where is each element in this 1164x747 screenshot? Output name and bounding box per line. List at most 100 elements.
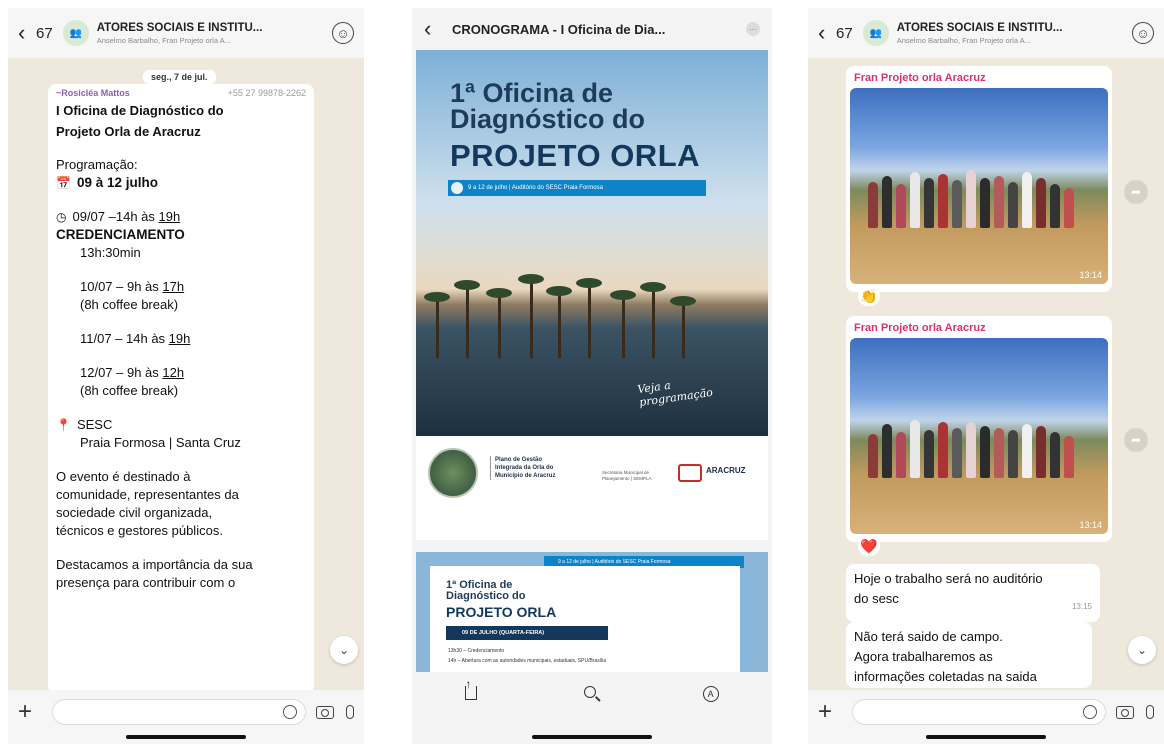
image-time: 13:14 (1079, 270, 1102, 280)
crowd-image (868, 168, 1078, 228)
crowd-image (868, 418, 1078, 478)
day4-time: 12/07 – 9h às (80, 365, 163, 380)
message-line: do sesc (854, 591, 899, 606)
group-avatar[interactable]: 👥 (862, 20, 889, 46)
home-indicator (532, 735, 652, 739)
markup-icon[interactable]: A (702, 686, 719, 702)
group-info[interactable]: ATORES SOCIAIS E INSTITU... Anselmo Barb… (97, 22, 332, 45)
day4-end[interactable]: 12h (162, 365, 184, 380)
page2-title: 1ª Oficina de Diagnóstico do (446, 579, 526, 602)
message-line: informações coletadas na saida (854, 669, 1037, 684)
attach-button[interactable]: + (818, 698, 842, 726)
add-person-icon[interactable]: ☺ (332, 22, 354, 44)
paragraph-line: Destacamos a importância da sua (56, 557, 253, 572)
aracruz-logo (678, 464, 702, 482)
image-time: 13:14 (1079, 520, 1102, 530)
home-indicator (926, 735, 1046, 739)
paragraph-line: O evento é destinado à (56, 469, 191, 484)
paragraph-line: presença para contribuir com o (56, 575, 236, 590)
more-icon[interactable]: ··· (746, 22, 760, 36)
image-message[interactable]: Fran Projeto orla Aracruz 13:14 (846, 316, 1112, 542)
day3-end[interactable]: 19h (169, 331, 191, 346)
group-title: ATORES SOCIAIS E INSTITU... (896, 21, 1063, 34)
poster-date-bar: 9 a 12 de julho | Auditório do SESC Prai… (448, 180, 706, 196)
unread-count[interactable]: 67 (36, 25, 53, 42)
paragraph-line: técnicos e gestores públicos. (56, 523, 223, 538)
back-icon[interactable]: ‹ (818, 20, 832, 46)
search-icon[interactable] (583, 686, 596, 698)
group-title: ATORES SOCIAIS E INSTITU... (96, 21, 263, 34)
home-indicator (126, 735, 246, 739)
clap-reaction-icon[interactable]: 👏 (858, 286, 880, 306)
back-icon[interactable]: ‹ (18, 20, 32, 46)
message-input[interactable] (852, 699, 1106, 725)
back-icon[interactable]: ‹ (424, 16, 438, 42)
page2-notes: 13h30 – Credenciamento 14h – Abertura co… (448, 648, 607, 664)
group-avatar[interactable]: 👥 (62, 20, 89, 46)
message-bubble[interactable]: ~Rosicléa Mattos +55 27 99878-2262 I Ofi… (48, 84, 314, 694)
cred-time: 13h:30min (80, 245, 141, 260)
chat-header: ‹ 67 👥 ATORES SOCIAIS E INSTITU... Ansel… (808, 8, 1164, 58)
date-chip: seg., 7 de jul. (143, 70, 216, 84)
sender-name[interactable]: ~Rosicléa Mattos (56, 88, 130, 98)
group-info[interactable]: ATORES SOCIAIS E INSTITU... Anselmo Barb… (897, 22, 1132, 45)
place-detail: Praia Formosa | Santa Cruz (80, 435, 241, 450)
text-message[interactable]: Hoje o trabalho será no auditório do ses… (846, 564, 1100, 622)
aracruz-wordmark: ARACRUZ (706, 466, 746, 475)
day1-end[interactable]: 19h (159, 209, 181, 224)
unread-count[interactable]: 67 (836, 25, 853, 42)
day2-note: (8h coffee break) (80, 297, 179, 312)
sticker-icon[interactable] (1083, 705, 1097, 719)
microphone-icon[interactable] (346, 705, 354, 719)
forward-icon[interactable]: ➦ (1124, 180, 1148, 204)
pin-icon: 📍 (56, 418, 71, 432)
poster-title: 1ª Oficina de Diagnóstico do (450, 78, 645, 134)
sticker-icon[interactable] (283, 705, 297, 719)
left-chat-screen: ‹ 67 👥 ATORES SOCIAIS E INSTITU... Ansel… (8, 8, 364, 744)
viewer-toolbar: A (412, 672, 772, 744)
credenciamento: CREDENCIAMENTO (56, 227, 185, 242)
day4-note: (8h coffee break) (80, 383, 179, 398)
chat-input-bar: + (8, 690, 364, 744)
group-photo[interactable]: 13:14 (850, 88, 1108, 284)
msg-title-1: I Oficina de Diagnóstico do (56, 103, 224, 118)
right-chat-screen: ‹ 67 👥 ATORES SOCIAIS E INSTITU... Ansel… (808, 8, 1164, 744)
image-message[interactable]: Fran Projeto orla Aracruz 13:14 (846, 66, 1112, 292)
viewer-header: ‹ CRONOGRAMA - I Oficina de Dia... ··· (412, 8, 772, 50)
scroll-down-button[interactable]: ⌄ (1128, 636, 1156, 664)
secretaria-text: Secretaria Municipal de Planejamento | S… (602, 470, 652, 481)
page2-headline: PROJETO ORLA (446, 604, 557, 620)
forward-icon[interactable]: ➦ (1124, 428, 1148, 452)
message-line: Agora trabalharemos as (854, 649, 993, 664)
heart-reaction-icon[interactable]: ❤️ (858, 536, 880, 556)
image-sender[interactable]: Fran Projeto orla Aracruz (850, 320, 1108, 338)
page2-day-bar: 09 DE JULHO (QUARTA-FEIRA) (446, 626, 608, 640)
place-name: SESC (76, 417, 113, 432)
logo-strip: Plano de Gestão Integrada da Orla do Mun… (416, 436, 768, 540)
chat-input-bar: + (808, 690, 1164, 744)
camera-icon[interactable] (1116, 705, 1134, 719)
add-person-icon[interactable]: ☺ (1132, 22, 1154, 44)
day3-time: 11/07 – 14h às (80, 331, 169, 346)
day2-end[interactable]: 17h (162, 279, 184, 294)
share-icon[interactable] (465, 677, 478, 700)
sender-row: ~Rosicléa Mattos +55 27 99878-2262 (56, 88, 306, 98)
image-sender[interactable]: Fran Projeto orla Aracruz (850, 70, 1108, 88)
attach-button[interactable]: + (18, 698, 42, 726)
group-photo[interactable]: 13:14 (850, 338, 1108, 534)
plan-logo-text: Plano de Gestão Integrada da Orla do Mun… (490, 456, 564, 480)
message-line: Não terá saido de campo. (854, 629, 1003, 644)
orla-seal-logo (428, 448, 478, 498)
paragraph-line: comunidade, representantes da (56, 487, 239, 502)
message-input[interactable] (52, 699, 306, 725)
poster-headline: PROJETO ORLA (450, 138, 701, 173)
day2-time: 10/07 – 9h às (80, 279, 163, 294)
document-title: CRONOGRAMA - I Oficina de Dia... (452, 21, 666, 37)
microphone-icon[interactable] (1146, 705, 1154, 719)
group-members: Anselmo Barbalho, Fran Projeto orla A... (896, 35, 1031, 45)
text-message[interactable]: Não terá saido de campo. Agora trabalhar… (846, 622, 1092, 688)
chevron-down-icon: ⌄ (1136, 643, 1148, 657)
paragraph-line: sociedade civil organizada, (56, 505, 213, 520)
camera-icon[interactable] (316, 705, 334, 719)
scroll-down-button[interactable]: ⌄ (330, 636, 358, 664)
